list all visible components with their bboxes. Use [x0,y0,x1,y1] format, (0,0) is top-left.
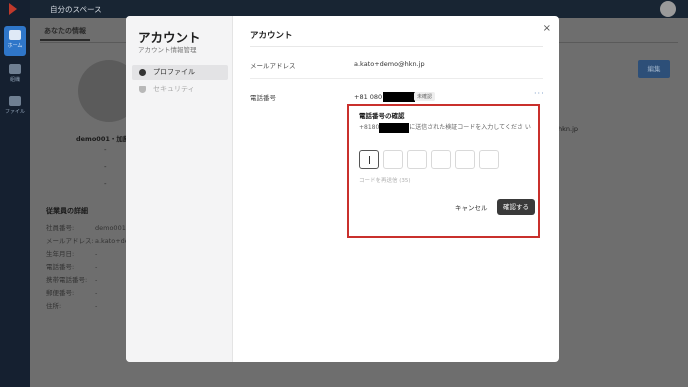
sidebar-item-profile[interactable]: プロファイル [132,65,228,80]
detail-row: 社員番号: demo001 [46,222,129,235]
edit-button[interactable]: 編集 [638,60,670,78]
profile-name: demo001・加藤 [76,135,130,143]
nav-files-label: ファイル [4,109,25,115]
profile-field: - [104,180,107,188]
phone-label: 電話番号 [250,94,276,102]
code-digit-input-1[interactable] [359,150,379,169]
detail-key: メールアドレス: [46,237,94,245]
modal-sidebar: アカウント アカウント情報管理 プロファイル セキュリティ [126,16,233,362]
nav-rail: ホーム 組織 ファイル [0,0,30,387]
redaction-block [379,122,410,133]
modal-content: アカウント × メールアドレス a.kato+demo@hkn.jp 電話番号 … [234,16,559,362]
unverified-badge: 未確認 [414,92,436,101]
detail-value: a.kato+de [95,237,129,245]
detail-value: demo001 [95,224,126,232]
cancel-button[interactable]: キャンセル [455,202,488,212]
detail-key: 郵便番号: [46,289,75,297]
code-digit-input-4[interactable] [431,150,451,169]
employee-details: 社員番号: demo001 メールアドレス:a.kato+de 生年月日: - 電話… [46,222,129,313]
verify-title: 電話番号の確認 [359,112,405,120]
phone-value: +81 080 [354,92,416,102]
row-divider [250,78,543,79]
detail-value: - [95,250,98,258]
detail-key: 生年月日: [46,250,75,258]
detail-value: - [95,263,98,271]
nav-files[interactable]: ファイル [4,92,26,122]
folder-icon [9,96,21,106]
nav-home-label: ホーム [7,43,23,49]
phone-verification-panel: 電話番号の確認 +8180 に送信された検証コードを入力してくださ い コードを再… [347,104,540,238]
detail-value: - [95,276,98,284]
close-icon[interactable]: × [543,23,551,34]
email-value: a.kato+demo@hkn.jp [354,60,425,68]
verify-description: +8180 に送信された検証コードを入力してくださ い [359,122,531,133]
profile-field: - [104,146,107,154]
detail-row: 郵便番号: - [46,287,129,300]
nav-home[interactable]: ホーム [4,26,26,56]
detail-row: 生年月日: - [46,248,129,261]
confirm-button[interactable]: 確認する [497,199,535,215]
profile-field: - [104,163,107,171]
detail-row: メールアドレス:a.kato+de [46,235,129,248]
verify-phone-prefix: +8180 [359,124,380,131]
detail-value: - [95,302,98,310]
detail-row: 携帯電話番号: - [46,274,129,287]
tab-your-info[interactable]: あなたの情報 [40,26,90,41]
org-icon [9,64,21,74]
email-label: メールアドレス [250,62,296,70]
home-icon [9,30,21,40]
code-digit-input-6[interactable] [479,150,499,169]
verify-instruction: に送信された検証コードを入力してくださ い [409,124,531,131]
detail-key: 携帯電話番号: [46,276,88,284]
resend-code-link[interactable]: コードを再送信 (35) [359,176,411,184]
detail-key: 住所: [46,302,62,310]
sidebar-item-label: プロファイル [153,68,195,76]
code-digit-input-5[interactable] [455,150,475,169]
detail-key: 電話番号: [46,263,75,271]
nav-org-label: 組織 [9,77,20,83]
detail-row: 電話番号: - [46,261,129,274]
app-title: 自分のスペース [50,5,102,14]
code-digit-input-2[interactable] [383,150,403,169]
redaction-block [383,92,416,102]
detail-row: 住所: - [46,300,129,313]
modal-subtitle: アカウント情報管理 [138,46,197,54]
detail-value: - [95,289,98,297]
more-options-icon[interactable]: ··· [534,89,545,98]
user-icon [139,69,146,76]
shield-icon [139,86,146,93]
email-peek: hkn.jp [558,125,579,133]
nav-org[interactable]: 組織 [4,60,26,90]
detail-key: 社員番号: [46,224,75,232]
app-logo-icon[interactable] [9,3,17,15]
sidebar-item-label: セキュリティ [153,85,195,93]
content-title: アカウント [250,31,293,41]
account-modal: アカウント アカウント情報管理 プロファイル セキュリティ アカウント × メー… [126,16,559,362]
sidebar-item-security[interactable]: セキュリティ [132,82,228,97]
phone-prefix: +81 080 [354,93,383,101]
title-divider [250,46,543,47]
section-title: 従業員の詳細 [46,207,88,215]
user-avatar[interactable] [660,1,676,17]
code-digit-input-3[interactable] [407,150,427,169]
